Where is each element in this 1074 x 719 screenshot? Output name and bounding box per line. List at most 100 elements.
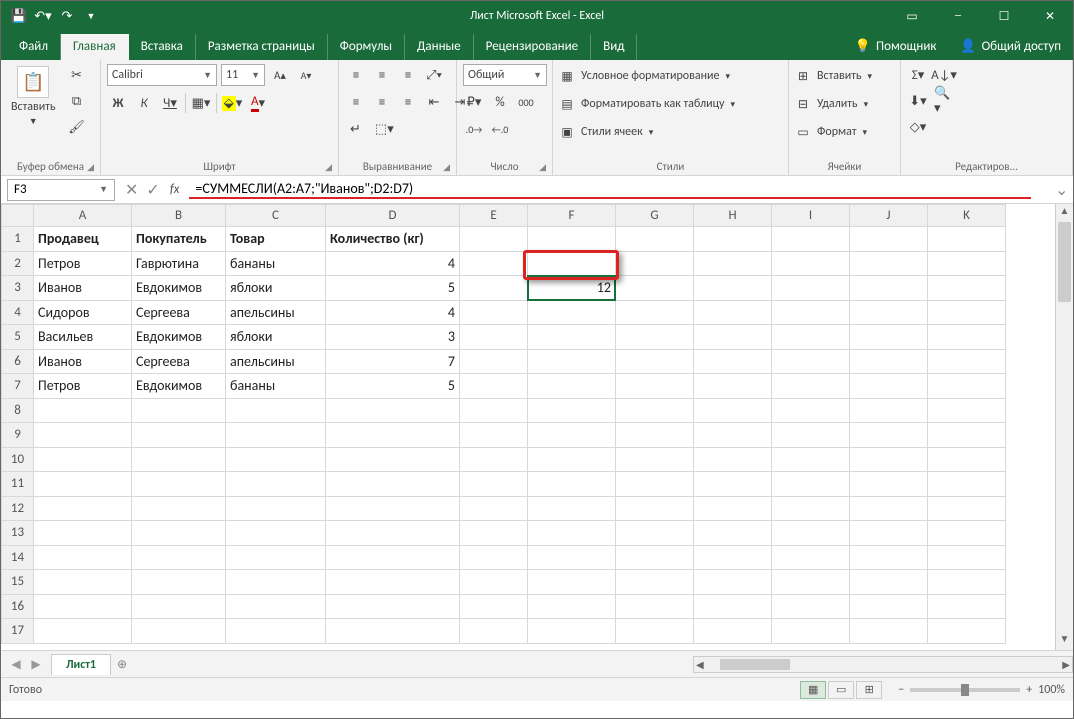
cell-H10[interactable]	[694, 447, 772, 472]
cell-D12[interactable]	[326, 496, 460, 521]
cell-G6[interactable]	[616, 349, 694, 374]
cell-I12[interactable]	[772, 496, 850, 521]
spreadsheet-grid[interactable]: ABCDEFGHIJK1ПродавецПокупательТоварКолич…	[1, 204, 1073, 650]
cell-F12[interactable]	[528, 496, 616, 521]
cell-K10[interactable]	[928, 447, 1006, 472]
cell-A5[interactable]: Васильев	[34, 325, 132, 350]
number-format-combo[interactable]: Общий▼	[463, 64, 547, 86]
cell-H14[interactable]	[694, 545, 772, 570]
cell-I13[interactable]	[772, 521, 850, 546]
horizontal-scrollbar[interactable]: ◀ ▶	[693, 656, 1073, 673]
cell-F9[interactable]	[528, 423, 616, 448]
align-bottom-icon[interactable]: ≡	[397, 64, 419, 86]
cell-E2[interactable]	[460, 251, 528, 276]
col-header-H[interactable]: H	[694, 205, 772, 227]
italic-button[interactable]: К	[133, 92, 155, 114]
cell-E5[interactable]	[460, 325, 528, 350]
row-header-7[interactable]: 7	[2, 374, 34, 399]
cell-J14[interactable]	[850, 545, 928, 570]
cell-B2[interactable]: Гаврютина	[132, 251, 226, 276]
cell-E1[interactable]	[460, 227, 528, 252]
col-header-E[interactable]: E	[460, 205, 528, 227]
percent-icon[interactable]: %	[489, 91, 511, 113]
scroll-down-icon[interactable]: ▼	[1056, 632, 1073, 650]
cell-G4[interactable]	[616, 300, 694, 325]
page-layout-view-icon[interactable]: ▭	[828, 681, 854, 699]
cell-J11[interactable]	[850, 472, 928, 497]
cell-D16[interactable]	[326, 594, 460, 619]
cell-J16[interactable]	[850, 594, 928, 619]
cell-C3[interactable]: яблоки	[226, 276, 326, 301]
cell-B4[interactable]: Сергеева	[132, 300, 226, 325]
comma-style-icon[interactable]: 000	[515, 91, 537, 113]
tab-data[interactable]: Данные	[405, 34, 474, 60]
cell-B3[interactable]: Евдокимов	[132, 276, 226, 301]
qat-customize-icon[interactable]: ▼	[81, 6, 101, 26]
cell-K9[interactable]	[928, 423, 1006, 448]
clipboard-dialog-launcher[interactable]: ◢	[87, 162, 94, 173]
cell-E9[interactable]	[460, 423, 528, 448]
cell-E13[interactable]	[460, 521, 528, 546]
cell-F1[interactable]	[528, 227, 616, 252]
cell-F5[interactable]	[528, 325, 616, 350]
cell-H12[interactable]	[694, 496, 772, 521]
select-all-corner[interactable]	[2, 205, 34, 227]
cell-K17[interactable]	[928, 619, 1006, 644]
cell-F4[interactable]	[528, 300, 616, 325]
cell-J1[interactable]	[850, 227, 928, 252]
cell-D4[interactable]: 4	[326, 300, 460, 325]
minimize-icon[interactable]: ─	[935, 1, 981, 31]
cell-F3[interactable]: 12	[528, 276, 616, 301]
cell-G11[interactable]	[616, 472, 694, 497]
cell-J13[interactable]	[850, 521, 928, 546]
maximize-icon[interactable]: ☐	[981, 1, 1027, 31]
zoom-level[interactable]: 100%	[1038, 683, 1065, 697]
close-icon[interactable]: ✕	[1027, 1, 1073, 31]
number-dialog-launcher[interactable]: ◢	[539, 162, 546, 173]
cell-G12[interactable]	[616, 496, 694, 521]
cell-J15[interactable]	[850, 570, 928, 595]
cell-K3[interactable]	[928, 276, 1006, 301]
font-size-combo[interactable]: 11▼	[221, 64, 265, 86]
cell-A17[interactable]	[34, 619, 132, 644]
cell-K11[interactable]	[928, 472, 1006, 497]
chevron-down-icon[interactable]: ▼	[529, 70, 542, 81]
cell-F13[interactable]	[528, 521, 616, 546]
cell-A2[interactable]: Петров	[34, 251, 132, 276]
tell-me-helper[interactable]: 💡Помощник	[843, 34, 949, 60]
cell-C9[interactable]	[226, 423, 326, 448]
cell-C4[interactable]: апельсины	[226, 300, 326, 325]
cell-A14[interactable]	[34, 545, 132, 570]
cell-D2[interactable]: 4	[326, 251, 460, 276]
cell-G13[interactable]	[616, 521, 694, 546]
merge-cells-icon[interactable]: ⬚▾	[370, 118, 399, 140]
cell-J5[interactable]	[850, 325, 928, 350]
new-sheet-icon[interactable]: ⊕	[111, 657, 133, 672]
cell-F8[interactable]	[528, 398, 616, 423]
align-center-icon[interactable]: ≡	[371, 91, 393, 113]
cell-K1[interactable]	[928, 227, 1006, 252]
cell-K8[interactable]	[928, 398, 1006, 423]
row-header-15[interactable]: 15	[2, 570, 34, 595]
insert-cells-button[interactable]: ⊞Вставить▾	[795, 64, 872, 88]
cell-C5[interactable]: яблоки	[226, 325, 326, 350]
cell-I4[interactable]	[772, 300, 850, 325]
align-top-icon[interactable]: ≡	[345, 64, 367, 86]
cell-E8[interactable]	[460, 398, 528, 423]
fill-color-icon[interactable]: ⬙▾	[221, 92, 243, 114]
cell-G5[interactable]	[616, 325, 694, 350]
cell-K14[interactable]	[928, 545, 1006, 570]
row-header-6[interactable]: 6	[2, 349, 34, 374]
cell-D17[interactable]	[326, 619, 460, 644]
cell-F11[interactable]	[528, 472, 616, 497]
cell-F7[interactable]	[528, 374, 616, 399]
enter-formula-icon[interactable]: ✓	[146, 180, 159, 200]
increase-decimal-icon[interactable]: .0→	[463, 118, 485, 140]
chevron-down-icon[interactable]: ▼	[99, 184, 108, 195]
cell-I11[interactable]	[772, 472, 850, 497]
chevron-down-icon[interactable]: ▼	[199, 70, 212, 81]
cell-D11[interactable]	[326, 472, 460, 497]
cell-K7[interactable]	[928, 374, 1006, 399]
page-break-view-icon[interactable]: ⊞	[856, 681, 882, 699]
cell-D5[interactable]: 3	[326, 325, 460, 350]
